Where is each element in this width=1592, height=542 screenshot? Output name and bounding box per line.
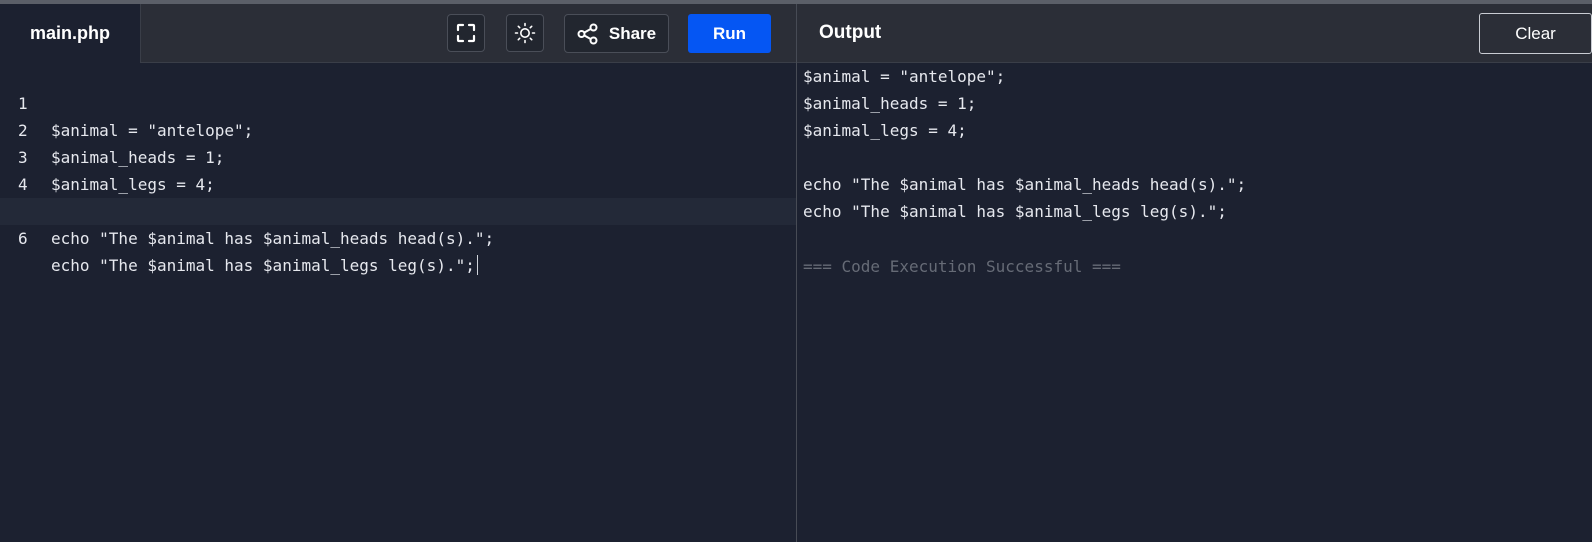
sun-icon <box>514 22 536 44</box>
file-tab-main-php[interactable]: main.php <box>0 4 141 63</box>
file-tab-label: main.php <box>30 23 110 43</box>
line-code: echo "The $animal has $animal_legs leg(s… <box>51 256 475 275</box>
clear-button[interactable]: Clear <box>1479 13 1592 54</box>
line-code-wrapper: echo "The $animal has $animal_legs leg(s… <box>51 252 478 279</box>
code-line[interactable]: 1 $animal = "antelope"; <box>0 63 796 140</box>
fullscreen-button[interactable] <box>447 14 485 52</box>
line-number: 6 <box>18 229 28 248</box>
code-editor[interactable]: 1 $animal = "antelope"; 2 $animal_heads … <box>0 63 796 542</box>
share-button-label: Share <box>608 23 657 43</box>
share-button[interactable]: Share <box>564 14 669 53</box>
code-line[interactable]: 3 $animal_legs = 4; <box>0 117 796 194</box>
output-line: $animal_heads = 1; <box>803 94 977 113</box>
output-line: $animal = "antelope"; <box>803 67 1006 86</box>
run-button-label: Run <box>712 23 747 43</box>
output-console: $animal = "antelope"; $animal_heads = 1;… <box>797 63 1592 542</box>
clear-button-label: Clear <box>1515 23 1556 43</box>
editor-toolbar: main.php Share Run <box>0 4 796 63</box>
line-code: echo "The $animal has $animal_heads head… <box>51 229 495 248</box>
fullscreen-icon <box>456 23 476 43</box>
theme-toggle-button[interactable] <box>506 14 544 52</box>
code-line[interactable]: 4 <box>0 144 796 194</box>
text-cursor <box>476 255 478 275</box>
output-toolbar: Output Clear <box>797 4 1592 63</box>
output-line: echo "The $animal has $animal_heads head… <box>803 175 1247 194</box>
execution-status: === Code Execution Successful === <box>803 257 1121 276</box>
code-line[interactable]: 5 echo "The $animal has $animal_heads he… <box>0 171 796 248</box>
run-button[interactable]: Run <box>688 14 771 53</box>
code-line-active[interactable]: 6 echo "The $animal has $animal_legs leg… <box>0 198 796 275</box>
output-line: echo "The $animal has $animal_legs leg(s… <box>803 202 1227 221</box>
share-icon <box>577 23 599 45</box>
output-title: Output <box>819 22 882 43</box>
output-line: $animal_legs = 4; <box>803 121 967 140</box>
code-line[interactable]: 2 $animal_heads = 1; <box>0 90 796 167</box>
